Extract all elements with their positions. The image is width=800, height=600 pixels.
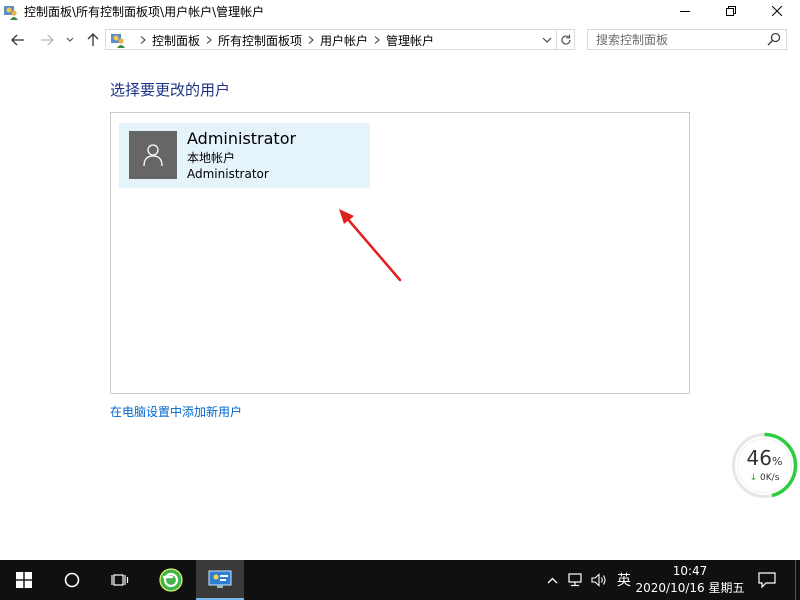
- back-button[interactable]: [9, 30, 27, 50]
- up-button[interactable]: [84, 30, 102, 50]
- page-title: 选择要更改的用户: [110, 81, 231, 99]
- breadcrumb-item[interactable]: 控制面板: [152, 32, 200, 49]
- search-icon[interactable]: [767, 32, 782, 47]
- clock-date: 2020/10/16 星期五: [635, 581, 745, 595]
- show-hidden-icons-chevron-up-icon[interactable]: [542, 560, 562, 600]
- restore-button[interactable]: [708, 0, 754, 22]
- annotation-arrow-icon: [339, 209, 402, 282]
- avatar: [129, 131, 177, 179]
- user-icon: [143, 144, 163, 167]
- users-control-panel-icon: [110, 32, 127, 48]
- chevron-right-icon[interactable]: [368, 36, 386, 44]
- user-account-type: 本地帐户: [187, 151, 236, 165]
- user-name: Administrator: [187, 129, 297, 148]
- network-rate: ↓ 0K/s: [749, 473, 780, 483]
- taskbar-app-browser[interactable]: [148, 560, 194, 600]
- start-button[interactable]: [0, 560, 48, 600]
- chevron-right-icon[interactable]: [134, 36, 152, 44]
- breadcrumb-item[interactable]: 管理帐户: [386, 32, 434, 49]
- show-desktop-button[interactable]: [795, 560, 800, 600]
- minimize-button[interactable]: [662, 0, 708, 22]
- address-history-chevron-down-icon[interactable]: [539, 31, 555, 49]
- search-box[interactable]: [587, 29, 787, 50]
- action-center-notification-icon[interactable]: [754, 560, 780, 600]
- recent-locations-chevron-icon[interactable]: [63, 30, 77, 50]
- chevron-right-icon[interactable]: [302, 36, 320, 44]
- search-input[interactable]: [588, 30, 766, 49]
- network-speed-widget[interactable]: 46% ↓ 0K/s: [731, 432, 798, 499]
- add-new-user-link[interactable]: 在电脑设置中添加新用户: [110, 403, 242, 420]
- forward-button[interactable]: [38, 30, 56, 50]
- window-title: 控制面板\所有控制面板项\用户帐户\管理帐户: [24, 5, 265, 19]
- search-cortana-button[interactable]: [48, 560, 96, 600]
- taskbar: 英 10:47 2020/10/16 星期五: [0, 560, 800, 600]
- breadcrumb: 控制面板 所有控制面板项 用户帐户 管理帐户: [134, 31, 434, 49]
- memory-usage-percent: 46%: [746, 446, 783, 470]
- system-clock[interactable]: 10:47 2020/10/16 星期五: [630, 563, 750, 597]
- address-bar[interactable]: 控制面板 所有控制面板项 用户帐户 管理帐户: [105, 29, 557, 50]
- clock-time: 10:47: [672, 564, 708, 578]
- download-arrow-icon: ↓: [749, 473, 758, 483]
- user-group: Administrator: [187, 167, 269, 181]
- volume-icon[interactable]: [588, 560, 612, 600]
- users-control-panel-icon: [3, 4, 19, 20]
- title-bar: 控制面板\所有控制面板项\用户帐户\管理帐户: [0, 0, 800, 24]
- green-browser-icon: [159, 568, 183, 592]
- taskbar-app-control-panel[interactable]: [196, 560, 244, 600]
- network-icon[interactable]: [564, 560, 588, 600]
- task-view-icon: [111, 574, 129, 586]
- close-button[interactable]: [754, 0, 800, 22]
- refresh-button[interactable]: [557, 29, 575, 50]
- control-panel-icon: [208, 570, 232, 588]
- user-tile-administrator[interactable]: Administrator 本地帐户 Administrator: [119, 123, 370, 188]
- circle-icon: [64, 572, 80, 588]
- chevron-right-icon[interactable]: [200, 36, 218, 44]
- breadcrumb-item[interactable]: 所有控制面板项: [218, 32, 302, 49]
- breadcrumb-item[interactable]: 用户帐户: [320, 32, 368, 49]
- task-view-button[interactable]: [96, 560, 144, 600]
- windows-logo-icon: [16, 572, 32, 588]
